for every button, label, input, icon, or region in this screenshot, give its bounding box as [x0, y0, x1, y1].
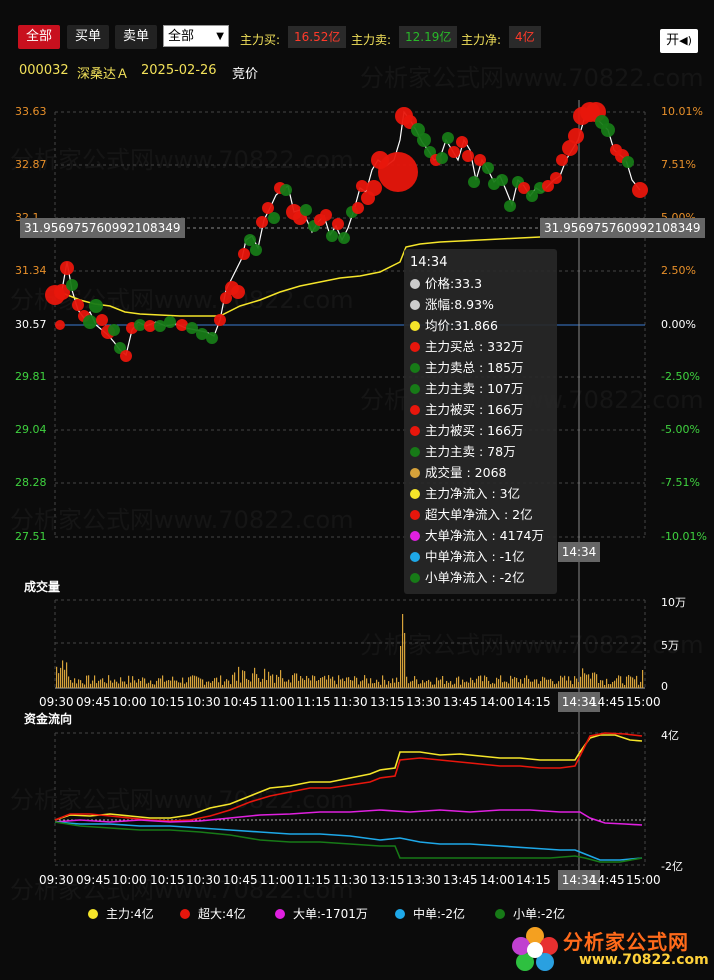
- flower-icon: [512, 927, 558, 971]
- logo-text: 分析家公式网: [563, 930, 689, 954]
- legend-dot: [395, 908, 405, 919]
- legend-label: 小单:-2亿: [513, 907, 566, 921]
- flow-line-super: [54, 732, 643, 822]
- legend-item-super: 超大:4亿: [180, 905, 246, 922]
- time-axis-tick: 10:30: [186, 873, 221, 887]
- legend-label: 超大:4亿: [198, 907, 246, 921]
- flow-chart: [54, 732, 646, 866]
- legend-dot: [275, 908, 285, 919]
- logo-url: www.70822.com: [579, 952, 709, 968]
- time-axis-tick: 10:45: [223, 873, 258, 887]
- time-axis-tick: 13:15: [370, 873, 405, 887]
- flow-line-medium: [54, 821, 643, 861]
- legend-item-small: 小单:-2亿: [495, 905, 565, 922]
- time-axis-tick: 14:45: [590, 873, 625, 887]
- time-axis-tick: 11:30: [333, 873, 368, 887]
- legend-label: 大单:-1701万: [293, 907, 368, 921]
- site-logo: 分析家公式网 www.70822.com: [505, 922, 709, 976]
- time-axis-tick: 13:30: [406, 873, 441, 887]
- time-axis-tick: 09:30: [39, 873, 74, 887]
- time-axis-tick: 11:00: [260, 873, 295, 887]
- flow-line-main: [54, 734, 643, 821]
- legend-item-large: 大单:-1701万: [275, 905, 368, 922]
- legend-dot: [88, 908, 98, 919]
- legend-dot: [180, 908, 190, 919]
- legend-label: 主力:4亿: [106, 907, 154, 921]
- legend-label: 中单:-2亿: [413, 907, 466, 921]
- legend-dot: [495, 908, 505, 919]
- flow-line-small: [54, 821, 643, 863]
- time-axis-tick: 10:15: [150, 873, 185, 887]
- time-axis-tick: 11:15: [296, 873, 331, 887]
- legend-item-main: 主力:4亿: [88, 905, 154, 922]
- legend-item-medium: 中单:-2亿: [395, 905, 465, 922]
- time-axis-tick: 15:00: [626, 873, 661, 887]
- time-axis-tick: 13:45: [443, 873, 478, 887]
- time-axis-tick: 10:00: [112, 873, 147, 887]
- time-axis-tick: 14:00: [480, 873, 515, 887]
- time-axis-tick: 14:15: [516, 873, 551, 887]
- time-axis-tick: 09:45: [76, 873, 111, 887]
